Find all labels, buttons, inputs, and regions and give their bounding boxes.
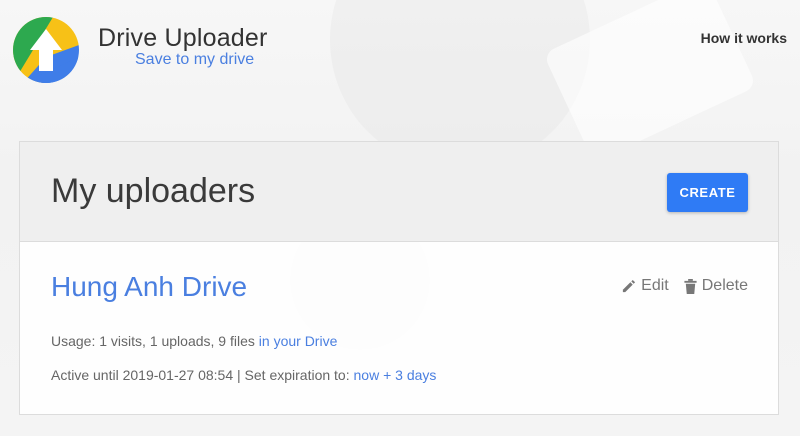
- delete-button[interactable]: Delete: [684, 277, 748, 295]
- uploader-item: Hung Anh Drive Edit Delete Usage: 1 visi…: [20, 242, 778, 414]
- edit-label: Edit: [641, 277, 669, 294]
- trash-icon: [684, 278, 697, 294]
- expiration-info: Active until 2019-01-27 08:54 | Set expi…: [51, 367, 436, 383]
- drive-uploader-logo-icon[interactable]: [13, 17, 79, 83]
- uploaders-panel: My uploaders CREATE Hung Anh Drive Edit: [19, 141, 779, 415]
- uploader-name-link[interactable]: Hung Anh Drive: [51, 271, 247, 303]
- usage-info: Usage: 1 visits, 1 uploads, 9 files in y…: [51, 333, 337, 349]
- uploader-actions: Edit Delete: [621, 277, 748, 295]
- create-button[interactable]: CREATE: [667, 173, 748, 212]
- top-header: Drive Uploader Save to my drive How it w…: [0, 0, 800, 100]
- edit-button[interactable]: Edit: [621, 277, 669, 295]
- pencil-icon: [621, 279, 636, 294]
- page-title: My uploaders: [51, 172, 256, 210]
- delete-label: Delete: [701, 277, 748, 294]
- app-title: Drive Uploader: [98, 24, 268, 52]
- in-your-drive-link[interactable]: in your Drive: [259, 333, 338, 349]
- app-subtitle: Save to my drive: [135, 51, 255, 68]
- set-expiration-link[interactable]: now + 3 days: [354, 367, 437, 383]
- panel-header: My uploaders CREATE: [20, 142, 778, 242]
- active-until-text: Active until 2019-01-27 08:54 | Set expi…: [51, 367, 354, 383]
- usage-text: Usage: 1 visits, 1 uploads, 9 files: [51, 333, 259, 349]
- how-it-works-link[interactable]: How it works: [701, 30, 787, 46]
